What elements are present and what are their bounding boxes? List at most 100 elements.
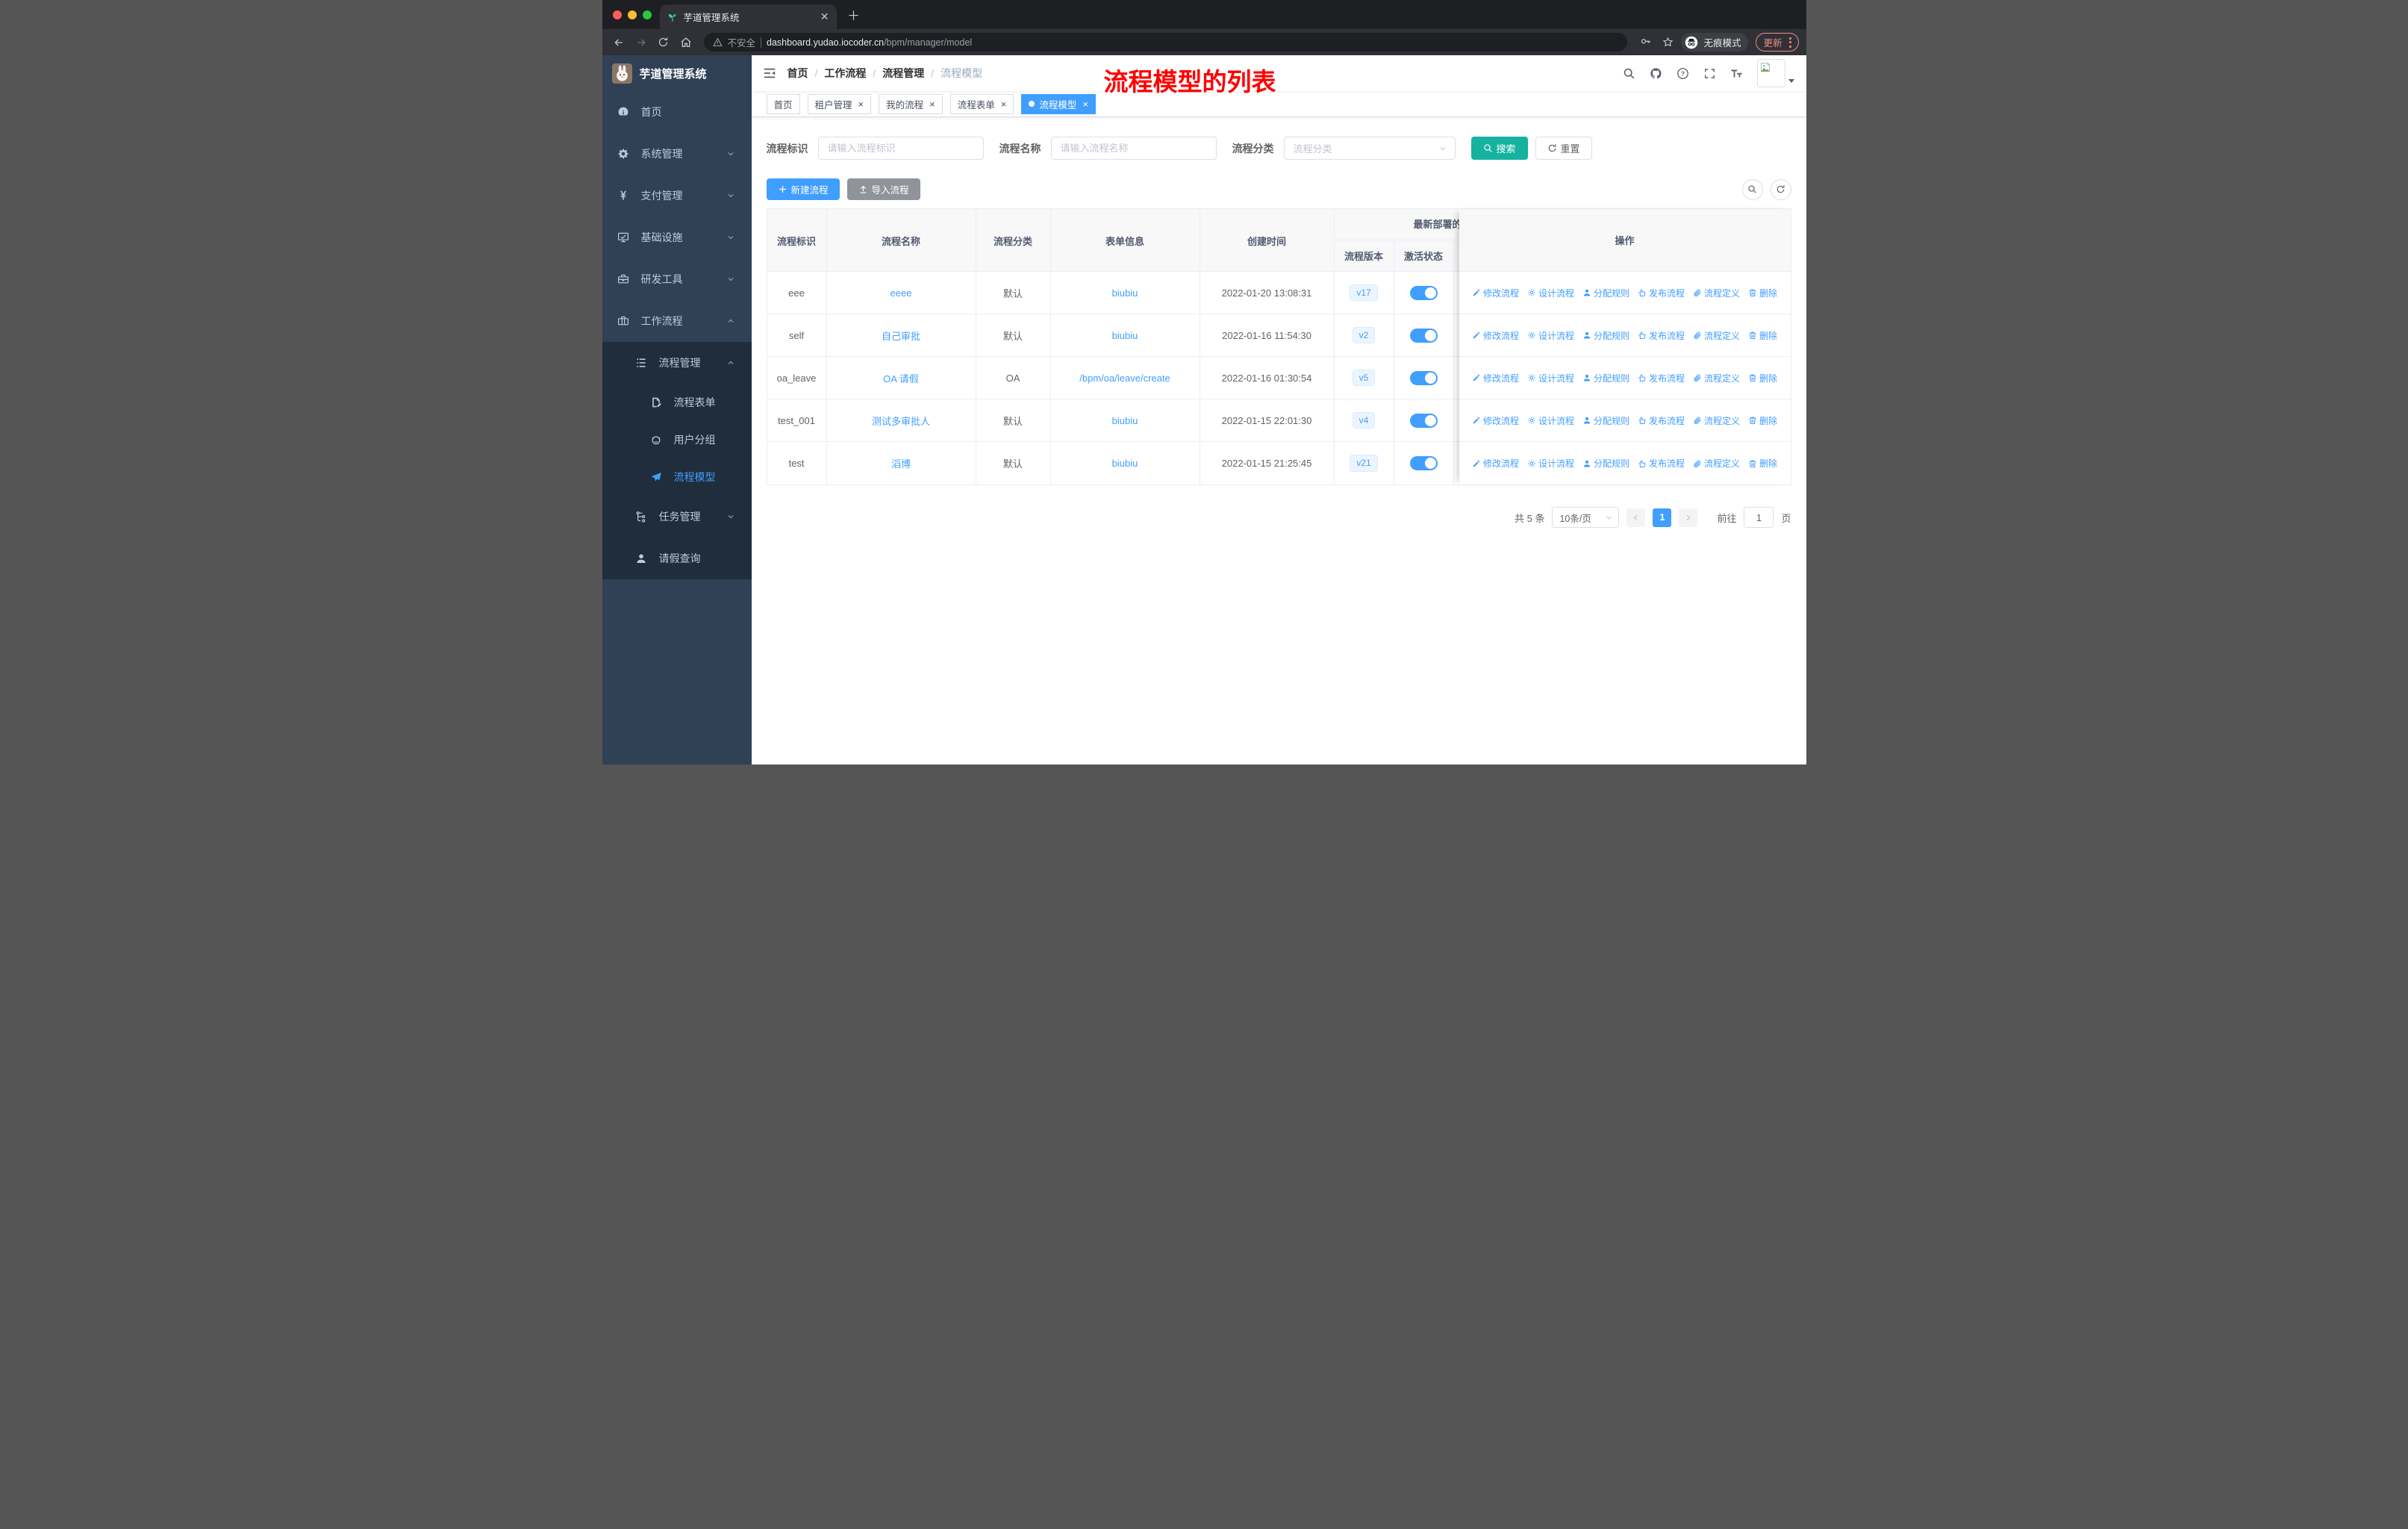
prev-page-button[interactable] bbox=[1626, 508, 1646, 527]
action-design[interactable]: 设计流程 bbox=[1527, 329, 1574, 342]
close-icon[interactable]: × bbox=[1082, 99, 1088, 109]
minimize-window-button[interactable] bbox=[627, 10, 637, 19]
search-icon[interactable] bbox=[1623, 67, 1635, 80]
action-delete[interactable]: 删除 bbox=[1748, 287, 1777, 299]
more-menu-icon[interactable] bbox=[1788, 37, 1791, 48]
maximize-window-button[interactable] bbox=[642, 10, 652, 19]
user-avatar-menu[interactable] bbox=[1756, 59, 1794, 87]
action-delete[interactable]: 删除 bbox=[1748, 329, 1777, 342]
tag-process-model[interactable]: 流程模型 × bbox=[1021, 93, 1096, 114]
active-toggle[interactable] bbox=[1409, 370, 1438, 385]
forward-button[interactable] bbox=[632, 34, 650, 52]
breadcrumb-item[interactable]: 流程管理 bbox=[882, 66, 924, 81]
address-bar[interactable]: 不安全 dashboard.yudao.iocoder.cn/bpm/manag… bbox=[703, 33, 1628, 52]
reset-button[interactable]: 重置 bbox=[1535, 137, 1592, 160]
sidebar-item-user-group[interactable]: 用户分组 bbox=[602, 421, 752, 458]
process-name-link[interactable]: 自己审批 bbox=[882, 328, 920, 343]
action-publish[interactable]: 发布流程 bbox=[1638, 329, 1685, 342]
active-toggle[interactable] bbox=[1409, 285, 1438, 300]
action-assign-rule[interactable]: 分配规则 bbox=[1582, 457, 1629, 470]
tag-tenant[interactable]: 租户管理 × bbox=[807, 93, 872, 114]
page-size-select[interactable]: 10条/页 bbox=[1552, 507, 1620, 528]
browser-tab[interactable]: 芋道管理系统 ✕ bbox=[659, 4, 837, 29]
search-button[interactable]: 搜索 bbox=[1470, 137, 1528, 160]
font-size-icon[interactable] bbox=[1730, 67, 1743, 80]
form-info-link[interactable]: biubiu bbox=[1112, 287, 1138, 299]
version-badge[interactable]: v2 bbox=[1352, 326, 1376, 344]
action-modify[interactable]: 修改流程 bbox=[1472, 287, 1519, 299]
sidebar-item-system[interactable]: 系统管理 bbox=[602, 133, 752, 175]
sidebar-item-process-mgmt[interactable]: 流程管理 bbox=[602, 342, 752, 384]
process-key-input[interactable] bbox=[817, 137, 984, 160]
version-badge[interactable]: v21 bbox=[1350, 455, 1378, 472]
form-info-link[interactable]: /bpm/oa/leave/create bbox=[1079, 373, 1170, 384]
fullscreen-icon[interactable] bbox=[1703, 67, 1716, 80]
next-page-button[interactable] bbox=[1679, 508, 1698, 527]
action-delete[interactable]: 删除 bbox=[1748, 457, 1777, 470]
action-design[interactable]: 设计流程 bbox=[1527, 372, 1574, 384]
sidebar-item-task-mgmt[interactable]: 任务管理 bbox=[602, 496, 752, 538]
sidebar-item-process-form[interactable]: 流程表单 bbox=[602, 384, 752, 421]
action-publish[interactable]: 发布流程 bbox=[1638, 372, 1685, 384]
sidebar-item-infra[interactable]: 基础设施 bbox=[602, 217, 752, 258]
close-icon[interactable]: × bbox=[858, 99, 864, 109]
action-delete[interactable]: 删除 bbox=[1748, 372, 1777, 384]
category-select[interactable]: 流程分类 bbox=[1283, 137, 1456, 160]
sidebar-item-devtools[interactable]: 研发工具 bbox=[602, 258, 752, 300]
action-assign-rule[interactable]: 分配规则 bbox=[1582, 329, 1629, 342]
sidebar-toggle-button[interactable] bbox=[752, 55, 787, 91]
action-design[interactable]: 设计流程 bbox=[1527, 457, 1574, 470]
action-definition[interactable]: 流程定义 bbox=[1693, 414, 1740, 427]
back-button[interactable] bbox=[610, 34, 628, 52]
avatar[interactable] bbox=[1756, 59, 1785, 87]
sidebar-item-process-model[interactable]: 流程模型 bbox=[602, 458, 752, 496]
toggle-search-button[interactable] bbox=[1741, 178, 1763, 200]
sidebar-item-pay[interactable]: 支付管理 bbox=[602, 175, 752, 217]
version-badge[interactable]: v5 bbox=[1352, 369, 1376, 387]
form-info-link[interactable]: biubiu bbox=[1112, 415, 1138, 426]
action-delete[interactable]: 删除 bbox=[1748, 414, 1777, 427]
close-icon[interactable]: × bbox=[929, 99, 935, 109]
close-window-button[interactable] bbox=[612, 10, 622, 19]
password-key-icon[interactable] bbox=[1636, 34, 1654, 52]
bookmark-star-icon[interactable] bbox=[1659, 34, 1676, 52]
breadcrumb-item[interactable]: 首页 bbox=[787, 66, 808, 81]
action-modify[interactable]: 修改流程 bbox=[1472, 414, 1519, 427]
security-label[interactable]: 不安全 bbox=[728, 35, 756, 49]
version-badge[interactable]: v17 bbox=[1350, 284, 1378, 302]
process-name-link[interactable]: OA 请假 bbox=[883, 371, 919, 385]
active-toggle[interactable] bbox=[1409, 456, 1438, 470]
action-publish[interactable]: 发布流程 bbox=[1638, 287, 1685, 299]
action-assign-rule[interactable]: 分配规则 bbox=[1582, 372, 1629, 384]
help-icon[interactable]: ? bbox=[1676, 67, 1689, 80]
action-modify[interactable]: 修改流程 bbox=[1472, 372, 1519, 384]
action-assign-rule[interactable]: 分配规则 bbox=[1582, 414, 1629, 427]
action-design[interactable]: 设计流程 bbox=[1527, 287, 1574, 299]
reload-button[interactable] bbox=[655, 34, 673, 52]
create-process-button[interactable]: 新建流程 bbox=[766, 178, 840, 200]
tag-home[interactable]: 首页 bbox=[766, 93, 800, 114]
goto-page-input[interactable] bbox=[1744, 507, 1774, 528]
action-assign-rule[interactable]: 分配规则 bbox=[1582, 287, 1629, 299]
process-name-link[interactable]: 测试多审批人 bbox=[872, 414, 930, 428]
version-badge[interactable]: v4 bbox=[1352, 411, 1376, 429]
active-toggle[interactable] bbox=[1409, 413, 1438, 428]
action-modify[interactable]: 修改流程 bbox=[1472, 457, 1519, 470]
action-definition[interactable]: 流程定义 bbox=[1693, 329, 1740, 342]
tab-close-icon[interactable]: ✕ bbox=[820, 10, 829, 23]
action-definition[interactable]: 流程定义 bbox=[1693, 372, 1740, 384]
github-icon[interactable] bbox=[1650, 67, 1662, 80]
home-button[interactable] bbox=[677, 34, 695, 52]
import-process-button[interactable]: 导入流程 bbox=[846, 178, 920, 200]
action-definition[interactable]: 流程定义 bbox=[1693, 287, 1740, 299]
breadcrumb-item[interactable]: 工作流程 bbox=[824, 66, 866, 81]
process-name-input[interactable] bbox=[1050, 137, 1217, 160]
form-info-link[interactable]: biubiu bbox=[1112, 330, 1138, 341]
refresh-table-button[interactable] bbox=[1770, 178, 1791, 200]
tag-my-process[interactable]: 我的流程 × bbox=[879, 93, 943, 114]
action-publish[interactable]: 发布流程 bbox=[1638, 457, 1685, 470]
sidebar-item-leave-query[interactable]: 请假查询 bbox=[602, 538, 752, 579]
tag-process-form[interactable]: 流程表单 × bbox=[949, 93, 1014, 114]
form-info-link[interactable]: biubiu bbox=[1112, 458, 1138, 469]
active-toggle[interactable] bbox=[1409, 328, 1438, 343]
